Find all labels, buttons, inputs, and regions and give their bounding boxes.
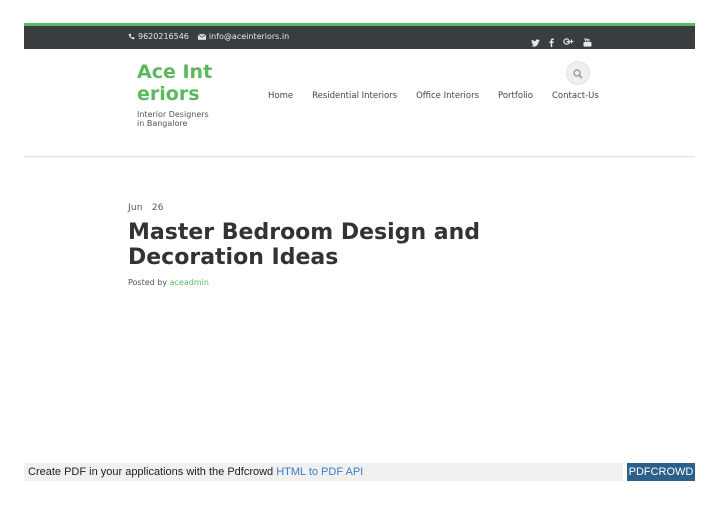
site-tagline: Interior Designers in Bangalore <box>137 110 209 128</box>
pdfcrowd-banner: Create PDF in your applications with the… <box>24 463 623 481</box>
search-icon <box>573 64 583 83</box>
envelope-icon <box>197 33 206 40</box>
site-logo[interactable]: Ace Interiors Interior Designers in Bang… <box>137 61 217 128</box>
email-address: info@aceinteriors.in <box>208 32 290 41</box>
page: 9620216546 info@aceinteriors.in Ace Inte… <box>24 23 695 483</box>
nav-item-office-interiors[interactable]: Office Interiors <box>416 91 479 101</box>
nav-item-residential-interiors[interactable]: Residential Interiors <box>312 91 397 101</box>
nav-item-home[interactable]: Home <box>268 91 293 101</box>
post-meta: Posted by aceadmin <box>128 278 209 287</box>
header-divider <box>24 156 695 157</box>
youtube-icon[interactable] <box>583 32 592 51</box>
post-date: Jun 26 <box>128 203 164 213</box>
search-button[interactable] <box>566 61 590 85</box>
twitter-icon[interactable] <box>531 32 540 51</box>
social-links <box>531 32 592 51</box>
nav-item-portfolio[interactable]: Portfolio <box>498 91 533 101</box>
phone-icon <box>128 33 135 40</box>
contact-info: 9620216546 info@aceinteriors.in <box>128 32 289 41</box>
pdfcrowd-badge[interactable]: PDFCROWD <box>627 463 695 481</box>
top-bar: 9620216546 info@aceinteriors.in <box>24 23 695 49</box>
phone-number: 9620216546 <box>138 32 189 41</box>
facebook-icon[interactable] <box>549 32 554 51</box>
post-title: Master Bedroom Design and Decoration Ide… <box>128 220 481 270</box>
post-author-link[interactable]: aceadmin <box>170 278 209 287</box>
site-title[interactable]: Ace Interiors <box>137 61 213 105</box>
google-plus-icon[interactable] <box>563 32 574 51</box>
main-nav: Home Residential Interiors Office Interi… <box>268 91 618 101</box>
nav-item-contact-us[interactable]: Contact-Us <box>552 91 599 101</box>
pdfcrowd-api-link[interactable]: HTML to PDF API <box>276 466 363 478</box>
phone-contact[interactable]: 9620216546 <box>128 32 189 41</box>
pdfcrowd-text: Create PDF in your applications with the… <box>28 466 274 478</box>
email-contact[interactable]: info@aceinteriors.in <box>197 32 290 41</box>
posted-by-label: Posted by <box>128 278 168 287</box>
